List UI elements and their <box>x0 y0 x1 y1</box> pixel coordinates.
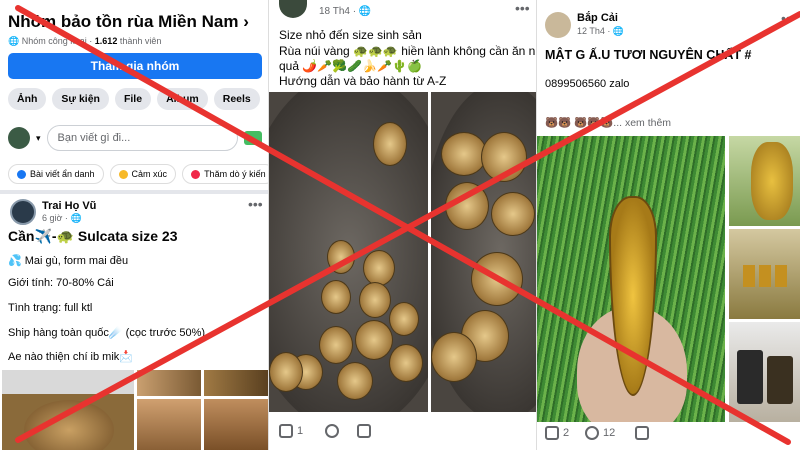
post-line: 💦 Mai gù, form mai đều <box>8 255 129 267</box>
globe-icon: 🌐 <box>8 36 20 46</box>
post-photo[interactable] <box>2 370 134 450</box>
post-line: Rùa núi vàng 🐢🐢🐢 hiền lành không cần ăn … <box>279 44 536 58</box>
post-photo[interactable] <box>204 370 268 396</box>
comment-button[interactable] <box>325 424 339 438</box>
post-photo[interactable] <box>204 399 268 450</box>
post-time[interactable]: 12 Th4 · 🌐 <box>577 26 624 37</box>
like-button[interactable]: 1 <box>279 424 303 438</box>
divider <box>0 190 268 194</box>
share-icon <box>357 424 371 438</box>
post-line: Ae nào thiện chí ib mik📩 <box>8 351 133 363</box>
post-time[interactable]: 18 Th4 · 🌐 <box>319 6 371 17</box>
post-line: Ship hàng toàn quốc☄️ (cọc trước 50%) <box>8 327 206 339</box>
group-tabs: Ảnh Sự kiện File Album Reels <box>8 88 260 110</box>
like-icon <box>279 424 293 438</box>
post-time[interactable]: 6 giờ · 🌐 <box>42 213 82 224</box>
post-photo[interactable] <box>269 92 428 412</box>
tab-photos[interactable]: Ảnh <box>8 88 47 110</box>
post-line: Size nhỏ đến size sinh sản <box>279 28 422 42</box>
phone-number: 0899506560 zalo <box>545 78 630 90</box>
turtle-sale-post-panel: 18 Th4 · 🌐 ••• Size nhỏ đến size sinh sả… <box>268 0 536 450</box>
post-photo[interactable] <box>729 229 800 319</box>
author-name[interactable]: Trai Họ Vũ <box>42 200 96 212</box>
post-photo[interactable] <box>137 370 201 396</box>
see-more-link[interactable]: 🐻🐻 🐻🐻🐻... xem thêm <box>545 116 671 129</box>
post-photo[interactable] <box>137 399 201 450</box>
post-photo[interactable] <box>729 136 800 226</box>
anonymous-icon <box>17 169 26 179</box>
more-icon[interactable]: ••• <box>248 196 263 212</box>
share-button[interactable] <box>635 426 649 440</box>
post-line: Giới tính: 70-80% Cái <box>8 277 114 289</box>
author-name[interactable]: Bắp Cải <box>577 12 618 24</box>
post-photo[interactable] <box>537 136 725 422</box>
share-button[interactable] <box>357 424 371 438</box>
group-post-panel: Nhóm bảo tồn rùa Miền Nam › 🌐 Nhóm công … <box>0 0 268 450</box>
chevron-down-icon[interactable]: ▾ <box>36 133 41 144</box>
chip-anonymous-post[interactable]: Bài viết ẩn danh <box>8 164 104 184</box>
group-meta: 🌐 Nhóm công khai · 1.612 thành viên <box>8 36 162 46</box>
post-line: quả 🌶️🥕🥦🥒🍌🥕🌵🍏 <box>279 59 422 73</box>
chip-poll[interactable]: Thăm dò ý kiến <box>182 164 268 184</box>
comment-button[interactable]: 12 <box>585 426 615 440</box>
tab-reels[interactable]: Reels <box>213 88 260 110</box>
globe-icon: 🌐 <box>358 6 372 17</box>
post-photo[interactable] <box>729 322 800 422</box>
member-count: 1.612 <box>94 36 118 46</box>
like-icon <box>545 426 559 440</box>
globe-icon: 🌐 <box>70 213 82 223</box>
post-line: Tình trạng: full ktl <box>8 302 93 314</box>
author-avatar[interactable] <box>545 12 571 38</box>
join-group-button[interactable]: Tham gia nhóm <box>8 53 262 79</box>
group-title[interactable]: Nhóm bảo tồn rùa Miền Nam › <box>8 12 249 32</box>
poll-icon <box>191 169 201 179</box>
gallery-icon[interactable] <box>244 131 262 145</box>
chip-feeling[interactable]: Cảm xúc <box>109 164 177 184</box>
globe-icon: 🌐 <box>612 26 625 36</box>
more-icon[interactable]: ••• <box>515 0 530 16</box>
author-avatar[interactable] <box>10 199 36 225</box>
bear-bile-post-panel: Bắp Cải 12 Th4 · 🌐 ••• MẬT G Ấ.U TƯƠI NG… <box>536 0 800 450</box>
avatar[interactable] <box>8 127 30 149</box>
post-line: Hướng dẫn và bảo hành từ A-Z <box>279 74 447 88</box>
tab-album[interactable]: Album <box>157 88 208 110</box>
more-icon[interactable]: ••• <box>781 10 796 26</box>
tab-events[interactable]: Sự kiện <box>52 88 109 110</box>
post-headline: MẬT G Ấ.U TƯƠI NGUYÊN CHẤT # <box>545 48 752 62</box>
comment-icon <box>325 424 339 438</box>
post-headline: Cần✈️-🐢 Sulcata size 23 <box>8 228 178 244</box>
feeling-icon <box>118 169 128 179</box>
composer-input[interactable]: Bạn viết gì đi... <box>46 125 238 151</box>
composer: ▾ Bạn viết gì đi... <box>8 125 262 151</box>
comment-icon <box>585 426 599 440</box>
share-icon <box>635 426 649 440</box>
tab-files[interactable]: File <box>114 88 152 110</box>
like-button[interactable]: 2 <box>545 426 569 440</box>
composer-chips: Bài viết ẩn danh Cảm xúc Thăm dò ý kiến <box>8 164 268 184</box>
post-photo[interactable] <box>431 92 536 412</box>
author-avatar[interactable] <box>279 0 307 18</box>
